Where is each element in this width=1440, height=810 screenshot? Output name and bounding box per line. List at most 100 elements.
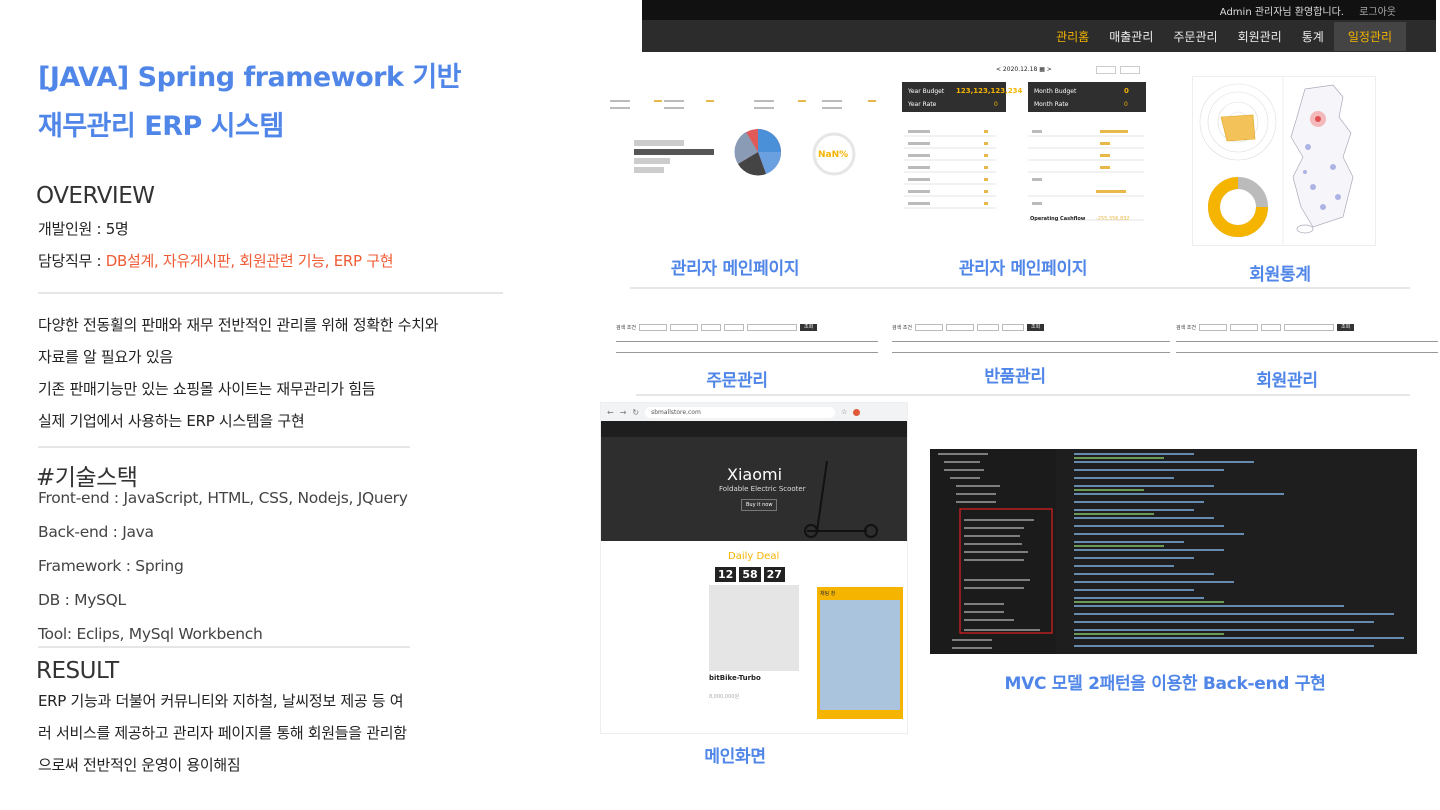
nav-item-sales[interactable]: 매출관리 <box>1099 25 1163 51</box>
search-label: 검색 조건 <box>616 325 636 331</box>
return-search: 검색 조건 조회 <box>892 324 1170 331</box>
search-button[interactable]: 조회 <box>1027 324 1045 331</box>
tech-item: Front-end : JavaScript, HTML, CSS, Nodej… <box>38 489 408 507</box>
nav-item-members[interactable]: 회원관리 <box>1228 25 1292 51</box>
star-icon[interactable]: ☆ <box>841 408 847 416</box>
table-header <box>892 341 1170 353</box>
search-label: 검색 조건 <box>1176 325 1196 331</box>
month-budget-label: Month Budget <box>1034 88 1077 95</box>
site-header <box>601 421 907 437</box>
caption-admin-main-1: 관리자 메인페이지 <box>670 259 800 279</box>
browser-toolbar: ← → ↻ sbmallstore.com ☆ <box>601 403 907 421</box>
nav-user: Admin 관리자님 환영합니다. 로그아웃 <box>1220 3 1396 18</box>
logout-link[interactable]: 로그아웃 <box>1359 7 1396 18</box>
timer-minutes: 58 <box>739 567 761 582</box>
mvc-code-screenshot <box>930 449 1417 654</box>
overview-heading: OVERVIEW <box>36 183 155 209</box>
operating-value: -255,356,832 <box>1096 216 1130 222</box>
month-rate-value: 0 <box>1124 101 1128 108</box>
date-button[interactable] <box>1120 66 1140 74</box>
hero-banner: Xiaomi Foldable Electric Scooter Buy it … <box>601 421 907 541</box>
return-list-screenshot: 검색 조건 조회 <box>892 324 1170 360</box>
divider <box>636 394 1410 396</box>
filter-select[interactable] <box>977 324 999 331</box>
filter-select[interactable] <box>724 324 744 331</box>
tech-item: Framework : Spring <box>38 557 184 575</box>
desc-line: 기존 판매기능만 있는 쇼핑몰 사이트는 재무관리가 힘듬 <box>38 380 376 398</box>
start-date-input[interactable] <box>639 324 667 331</box>
forward-icon[interactable]: → <box>620 408 627 417</box>
role-text: 담당직무 : DB설계, 자유게시판, 회원관련 기능, ERP 구현 <box>38 250 394 271</box>
reload-icon[interactable]: ↻ <box>632 408 639 417</box>
year-budget-label: Year Budget <box>908 88 945 95</box>
caption-member-stats: 회원통계 <box>1249 265 1311 285</box>
caption-mvc: MVC 모델 2패턴을 이용한 Back-end 구현 <box>1004 674 1326 694</box>
member-stats-charts <box>1199 77 1354 245</box>
hero-button[interactable]: Buy it now <box>741 499 778 511</box>
tech-heading: #기술스택 <box>36 465 138 491</box>
search-button[interactable]: 조회 <box>1337 324 1355 331</box>
end-date-input[interactable] <box>670 324 698 331</box>
timer-seconds: 27 <box>763 567 785 582</box>
caption-main-screen: 메인화면 <box>704 747 766 767</box>
date-button[interactable] <box>1096 66 1116 74</box>
table-header <box>616 341 878 353</box>
search-button[interactable]: 조회 <box>800 324 818 331</box>
filter-select[interactable] <box>1002 324 1024 331</box>
tree-items <box>938 453 1053 649</box>
result-line: 으로써 전반적인 운영이 용이해짐 <box>38 756 241 774</box>
profile-icon[interactable] <box>853 408 861 416</box>
deal-section: Daily Deal 12 58 27 bitBike-Turbo 8,000,… <box>601 541 907 733</box>
tech-item: DB : MySQL <box>38 591 126 609</box>
back-icon[interactable]: ← <box>607 408 614 417</box>
search-label: 검색 조건 <box>892 325 912 331</box>
caption-return-mgmt: 반품관리 <box>984 367 1046 387</box>
member-stats-screenshot <box>1192 76 1376 246</box>
dashboard-date: < 2020.12.18 ▦ > <box>996 66 1052 73</box>
start-date-input[interactable] <box>1199 324 1227 331</box>
nan-value: NaN% <box>818 150 849 160</box>
nav-item-stats[interactable]: 통계 <box>1292 25 1334 51</box>
member-search: 검색 조건 조회 <box>1176 324 1438 331</box>
main-screen-screenshot: ← → ↻ sbmallstore.com ☆ Xiaomi Foldable … <box>600 402 908 734</box>
nav-item-orders[interactable]: 주문관리 <box>1163 25 1227 51</box>
end-date-input[interactable] <box>1230 324 1258 331</box>
caption-member-mgmt: 회원관리 <box>1256 371 1318 391</box>
scooter-image <box>804 460 878 538</box>
year-budget-value: 123,123,123,234 <box>956 87 1023 95</box>
divider <box>630 287 1410 289</box>
tech-item: Back-end : Java <box>38 523 154 541</box>
month-budget-value: 0 <box>1124 87 1129 95</box>
keyword-input[interactable] <box>1284 324 1334 331</box>
year-rate-value: 0 <box>994 101 998 108</box>
role-label: 담당직무 : <box>38 252 106 270</box>
filter-select[interactable] <box>701 324 721 331</box>
welcome-text: Admin 관리자님 환영합니다. <box>1219 7 1344 18</box>
nav-menu: 관리홈 매출관리 주문관리 회원관리 통계 일정관리 <box>1046 22 1406 51</box>
member-list-screenshot: 검색 조건 조회 <box>1176 324 1438 360</box>
desc-line: 자료를 알 필요가 있음 <box>38 348 173 366</box>
result-line: ERP 기능과 더불어 커뮤니티와 지하철, 날씨정보 제공 등 여 <box>38 692 404 710</box>
nav-item-schedule[interactable]: 일정관리 <box>1333 22 1406 51</box>
hero-title: Xiaomi <box>727 465 783 484</box>
divider <box>38 446 410 448</box>
members-text: 개발인원 : 5명 <box>38 220 129 238</box>
nav-item-home[interactable]: 관리홈 <box>1046 25 1099 51</box>
url-bar[interactable]: sbmallstore.com <box>645 406 836 418</box>
table-header <box>1176 341 1438 353</box>
end-date-input[interactable] <box>946 324 974 331</box>
product-image[interactable] <box>709 585 799 671</box>
code-editor <box>1060 451 1417 654</box>
caption-admin-main-2: 관리자 메인페이지 <box>958 259 1088 279</box>
page-title-line2: 재무관리 ERP 시스템 <box>38 111 284 142</box>
page-title-line1: [JAVA] Spring framework 기반 <box>38 62 462 93</box>
caption-order-mgmt: 주문관리 <box>706 371 768 391</box>
product-name[interactable]: bitBike-Turbo <box>709 674 761 682</box>
keyword-input[interactable] <box>747 324 797 331</box>
start-date-input[interactable] <box>915 324 943 331</box>
hero-subtitle: Foldable Electric Scooter <box>719 485 806 493</box>
desc-line: 실제 기업에서 사용하는 ERP 시스템을 구현 <box>38 412 305 430</box>
filter-select[interactable] <box>1261 324 1281 331</box>
chat-messages <box>820 600 900 710</box>
desc-line: 다양한 전동휠의 판매와 재무 전반적인 관리를 위해 정확한 수치와 <box>38 316 439 334</box>
